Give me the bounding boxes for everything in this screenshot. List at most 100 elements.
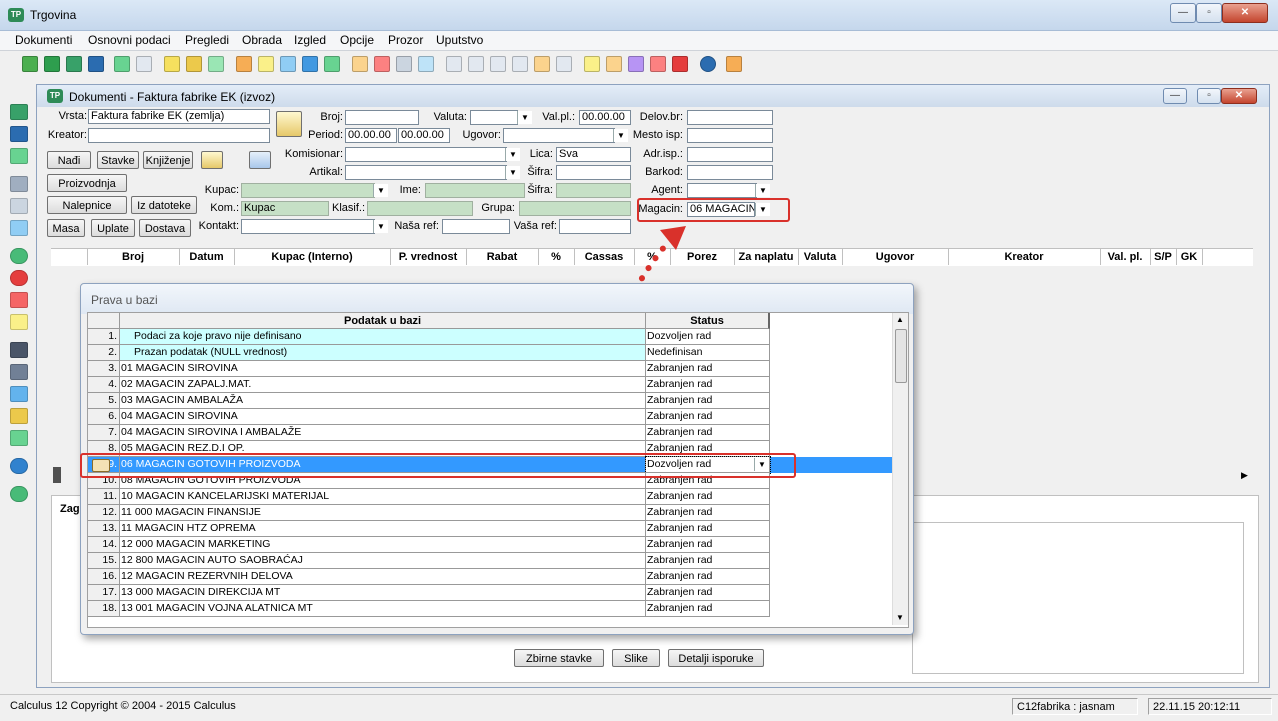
grid-col-rabat[interactable]: Rabat bbox=[466, 249, 539, 265]
slike-button[interactable]: Slike bbox=[612, 649, 660, 667]
row-data-cell[interactable]: 12 MAGACIN REZERVNIH DELOVA bbox=[120, 569, 646, 585]
row-data-cell[interactable]: 04 MAGACIN SIROVINA I AMBALAŽE bbox=[120, 425, 646, 441]
dostava-button[interactable]: Dostava bbox=[139, 219, 191, 237]
kom-field[interactable]: Kupac bbox=[241, 201, 329, 216]
agent-dropdown-arrow-icon[interactable]: ▼ bbox=[755, 184, 770, 197]
broj-field[interactable] bbox=[345, 110, 419, 125]
row-status-cell[interactable]: Zabranjen rad bbox=[646, 489, 770, 505]
grid-col-pct1[interactable]: % bbox=[538, 249, 575, 265]
side-remove-icon[interactable] bbox=[10, 270, 28, 286]
calendar-icon[interactable] bbox=[556, 56, 572, 72]
side-go-icon[interactable] bbox=[10, 486, 28, 502]
menu-prozor[interactable]: Prozor bbox=[388, 33, 423, 47]
grid-col-pvrednost[interactable]: P. vrednost bbox=[390, 249, 467, 265]
menu-pregledi[interactable]: Pregledi bbox=[185, 33, 229, 47]
tag-icon[interactable] bbox=[606, 56, 622, 72]
agent-field[interactable] bbox=[687, 183, 757, 198]
side-save-icon[interactable] bbox=[10, 126, 28, 142]
side-help-icon[interactable] bbox=[10, 458, 28, 474]
chart-icon[interactable] bbox=[534, 56, 550, 72]
folder-in-icon[interactable] bbox=[186, 56, 202, 72]
row-status-cell[interactable]: Zabranjen rad bbox=[646, 537, 770, 553]
gem-icon[interactable] bbox=[672, 56, 688, 72]
print-icon[interactable] bbox=[136, 56, 152, 72]
row-data-cell[interactable]: 12 800 MAGACIN AUTO SAOBRAĆAJ bbox=[120, 553, 646, 569]
grid-col-ugovor[interactable]: Ugovor bbox=[842, 249, 949, 265]
grid-scroll-right-icon[interactable]: ▶ bbox=[1241, 470, 1248, 481]
side-filter-icon[interactable] bbox=[10, 408, 28, 424]
period-to-field[interactable]: 00.00.00 bbox=[398, 128, 450, 143]
scroll-down-icon[interactable]: ▼ bbox=[896, 613, 904, 622]
row-status-cell[interactable]: Zabranjen rad bbox=[646, 553, 770, 569]
table-row[interactable]: 17. 13 000 MAGACIN DIREKCIJA MT Zabranjen … bbox=[88, 585, 892, 601]
table-icon[interactable] bbox=[468, 56, 484, 72]
ugovor-field[interactable] bbox=[503, 128, 615, 143]
side-find-next-icon[interactable] bbox=[10, 364, 28, 380]
refresh-icon[interactable] bbox=[44, 56, 60, 72]
table-row[interactable]: 16. 12 MAGACIN REZERVNIH DELOVA Zabranjen … bbox=[88, 569, 892, 585]
barkod-field[interactable] bbox=[687, 165, 773, 180]
komisionar-dropdown-arrow-icon[interactable]: ▼ bbox=[505, 148, 520, 161]
valuta-field[interactable] bbox=[470, 110, 518, 125]
grupa-field[interactable] bbox=[519, 201, 631, 216]
menu-izgled[interactable]: Izgled bbox=[294, 33, 326, 47]
komisionar-field[interactable] bbox=[345, 147, 507, 162]
grid-col-valuta[interactable]: Valuta bbox=[798, 249, 843, 265]
table-row[interactable]: 18. 13 001 MAGACIN VOJNA ALATNICA MT Zabra… bbox=[88, 601, 892, 617]
report-icon[interactable] bbox=[512, 56, 528, 72]
row-data-cell[interactable]: 11 000 MAGACIN FINANSIJE bbox=[120, 505, 646, 521]
table-row[interactable]: 11. 10 MAGACIN KANCELARIJSKI MATERIJAL Zab… bbox=[88, 489, 892, 505]
side-new-icon[interactable] bbox=[10, 104, 28, 120]
row-data-cell[interactable]: 10 MAGACIN KANCELARIJSKI MATERIJAL bbox=[120, 489, 646, 505]
table-row[interactable]: 14. 12 000 MAGACIN MARKETING Zabranjen rad bbox=[88, 537, 892, 553]
lica-field[interactable]: Sva bbox=[556, 147, 631, 162]
row-data-cell[interactable]: 04 MAGACIN SIROVINA bbox=[120, 409, 646, 425]
edit-doc-icon[interactable] bbox=[236, 56, 252, 72]
write-icon[interactable] bbox=[258, 56, 274, 72]
valpl-field[interactable]: 00.00.00 bbox=[579, 110, 631, 125]
side-edit-icon[interactable] bbox=[10, 314, 28, 330]
doc-close-button[interactable]: ✕ bbox=[1221, 88, 1257, 104]
zbirne-stavke-button[interactable]: Zbirne stavke bbox=[514, 649, 604, 667]
dialog-scrollbar[interactable]: ▲ ▼ bbox=[892, 313, 908, 625]
valuta-dropdown-arrow-icon[interactable]: ▼ bbox=[517, 111, 532, 124]
notes-icon[interactable] bbox=[650, 56, 666, 72]
doc-green-icon[interactable] bbox=[324, 56, 340, 72]
table-row[interactable]: 1. Podaci za koje pravo nije definisano Do… bbox=[88, 329, 892, 345]
table-row[interactable]: 13. 11 MAGACIN HTZ OPREMA Zabranjen rad bbox=[88, 521, 892, 537]
side-print-icon[interactable] bbox=[10, 176, 28, 192]
col-podatak-header[interactable]: Podatak u bazi bbox=[120, 313, 646, 329]
minimize-button[interactable]: — bbox=[1170, 3, 1196, 23]
row-data-cell[interactable]: 13 000 MAGACIN DIREKCIJA MT bbox=[120, 585, 646, 601]
row-data-cell[interactable]: Prazan podatak (NULL vrednost) bbox=[120, 345, 646, 361]
klasif-field[interactable] bbox=[367, 201, 473, 216]
row-status-cell[interactable]: Zabranjen rad bbox=[646, 393, 770, 409]
doc-minimize-button[interactable]: — bbox=[1163, 88, 1187, 104]
side-table-icon[interactable] bbox=[10, 148, 28, 164]
row-data-cell[interactable]: 12 000 MAGACIN MARKETING bbox=[120, 537, 646, 553]
uplate-button[interactable]: Uplate bbox=[91, 219, 135, 237]
grid-col-kupac[interactable]: Kupac (Interno) bbox=[234, 249, 391, 265]
row-status-cell[interactable]: Zabranjen rad bbox=[646, 569, 770, 585]
doc-blue-icon[interactable] bbox=[302, 56, 318, 72]
kupac-field[interactable] bbox=[241, 183, 375, 198]
grid-col-valpl[interactable]: Val. pl. bbox=[1100, 249, 1151, 265]
row-status-cell[interactable]: Zabranjen rad bbox=[646, 505, 770, 521]
grid-col-broj[interactable]: Broj bbox=[87, 249, 180, 265]
close-button[interactable]: ✕ bbox=[1222, 3, 1268, 23]
nadji-button[interactable]: Nađi bbox=[47, 151, 91, 169]
window-icon[interactable] bbox=[490, 56, 506, 72]
doc-red-icon[interactable] bbox=[374, 56, 390, 72]
gear-icon[interactable] bbox=[628, 56, 644, 72]
folder-up-icon[interactable] bbox=[164, 56, 180, 72]
masa-button[interactable]: Masa bbox=[47, 219, 85, 237]
row-data-cell[interactable]: Podaci za koje pravo nije definisano bbox=[120, 329, 646, 345]
kupac-dropdown-arrow-icon[interactable]: ▼ bbox=[373, 184, 388, 197]
row-data-cell[interactable]: 13 001 MAGACIN VOJNA ALATNICA MT bbox=[120, 601, 646, 617]
copy-icon[interactable] bbox=[352, 56, 368, 72]
lightbulb-icon[interactable] bbox=[584, 56, 600, 72]
side-preview-icon[interactable] bbox=[10, 198, 28, 214]
menu-dokumenti[interactable]: Dokumenti bbox=[15, 33, 72, 47]
document-green-icon[interactable] bbox=[22, 56, 38, 72]
sifra2-field[interactable] bbox=[556, 183, 631, 198]
